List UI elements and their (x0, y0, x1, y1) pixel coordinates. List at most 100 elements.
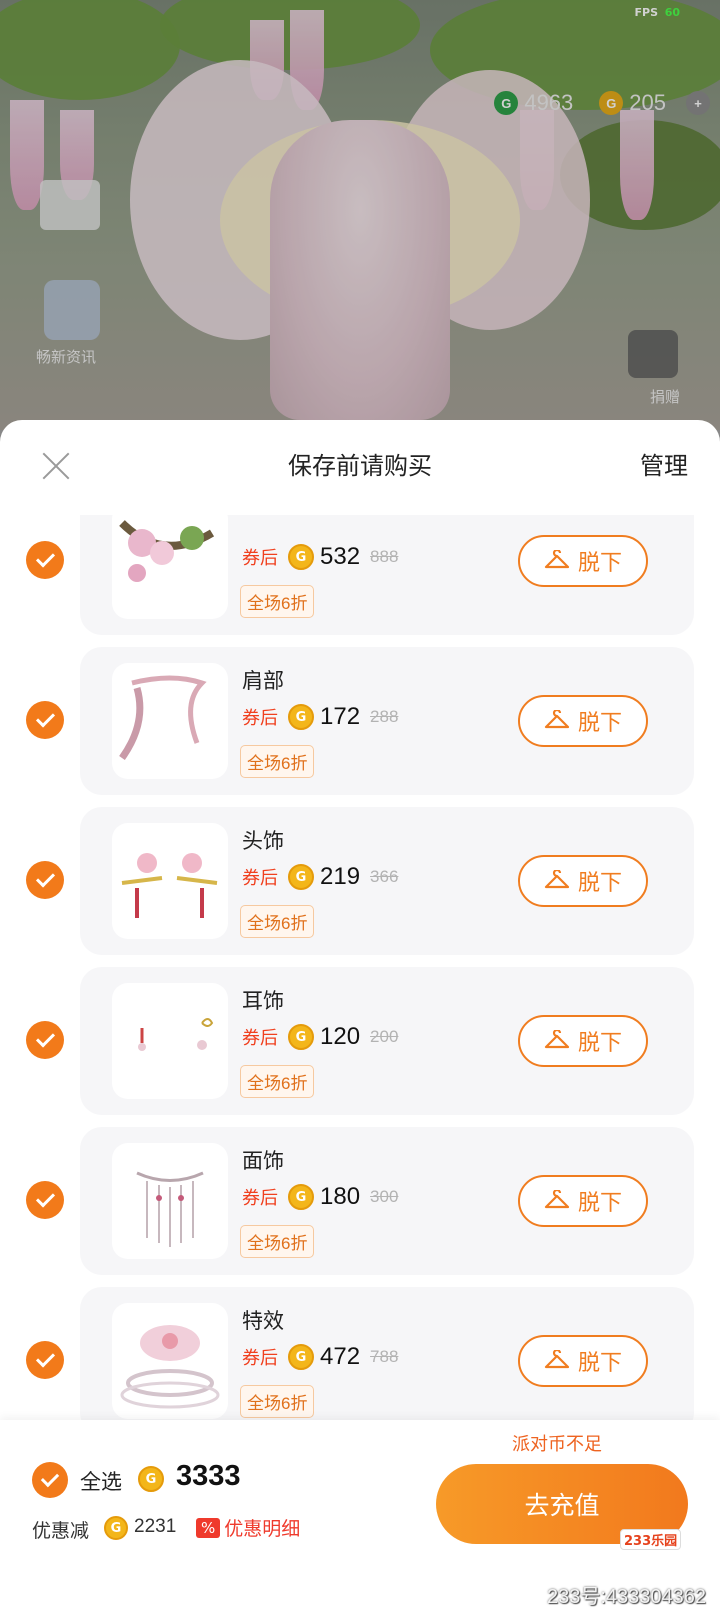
list-item: 头饰 券后 G 219 366 全场6折 脱下 (0, 807, 720, 955)
take-off-label: 脱下 (577, 1030, 622, 1055)
item-card: 券后 G 532 888 全场6折 脱下 (80, 515, 694, 635)
item-original-price: 288 (370, 707, 399, 726)
price-line: 券后 G 172 288 (242, 703, 398, 731)
item-original-price: 888 (370, 547, 399, 566)
checkout-footer: 派对币不足 全选 G 3333 优惠减 G 2231 % 优惠明细 去充值 23… (0, 1420, 720, 1612)
item-card: 头饰 券后 G 219 366 全场6折 脱下 (80, 807, 694, 955)
manage-button[interactable]: 管理 (640, 446, 688, 481)
list-item: 面饰 券后 G 180 300 全场6折 脱下 (0, 1127, 720, 1275)
take-off-label: 脱下 (577, 1190, 622, 1215)
take-off-label: 脱下 (577, 1350, 622, 1375)
after-coupon-label: 券后 (242, 548, 278, 568)
discount-badge: 全场6折 (240, 1385, 315, 1418)
price-line: 券后 G 472 788 (242, 1343, 398, 1371)
discount-badge: 全场6折 (240, 585, 315, 618)
item-checkbox[interactable] (26, 701, 64, 739)
after-coupon-label: 券后 (242, 1348, 278, 1368)
price-line: 券后 G 219 366 (242, 863, 398, 891)
item-thumbnail (112, 1143, 228, 1259)
discount-badge: 全场6折 (240, 905, 315, 938)
item-name: 肩部 (242, 670, 284, 693)
sheet-header: 保存前请购买 管理 (0, 420, 720, 520)
item-thumbnail (112, 663, 228, 779)
insufficient-coins-text: 派对币不足 (512, 1434, 602, 1454)
coin-icon: G (288, 864, 314, 890)
item-card: 耳饰 券后 G 120 200 全场6折 脱下 (80, 967, 694, 1115)
discount-badge: 全场6折 (240, 1225, 315, 1258)
watermark-logo: 233乐园 (620, 1529, 682, 1550)
item-card: 肩部 券后 G 172 288 全场6折 脱下 (80, 647, 694, 795)
take-off-button[interactable]: 脱下 (518, 695, 648, 747)
coin-icon: G (288, 544, 314, 570)
take-off-label: 脱下 (577, 870, 622, 895)
hanger-icon (544, 1350, 570, 1369)
percent-icon: % (196, 1517, 221, 1538)
item-checkbox[interactable] (26, 1341, 64, 1379)
purchase-sheet: 保存前请购买 管理 券后 G 532 888 全场6折 脱下 肩部 券后 G 1… (0, 420, 720, 1612)
item-original-price: 200 (370, 1027, 399, 1046)
price-line: 券后 G 120 200 (242, 1023, 398, 1051)
take-off-button[interactable]: 脱下 (518, 535, 648, 587)
discount-badge: 全场6折 (240, 745, 315, 778)
hanger-icon (544, 710, 570, 729)
coin-icon: G (288, 704, 314, 730)
list-item: 特效 券后 G 472 788 全场6折 脱下 (0, 1287, 720, 1435)
item-card: 面饰 券后 G 180 300 全场6折 脱下 (80, 1127, 694, 1275)
item-thumbnail (112, 983, 228, 1099)
select-all-label[interactable]: 全选 (80, 1466, 122, 1496)
list-item: 肩部 券后 G 172 288 全场6折 脱下 (0, 647, 720, 795)
discount-detail-label: 优惠明细 (224, 1519, 301, 1540)
item-list[interactable]: 券后 G 532 888 全场6折 脱下 肩部 券后 G 172 288 全场6… (0, 515, 720, 1515)
discount-detail-link[interactable]: % 优惠明细 (196, 1514, 300, 1541)
item-checkbox[interactable] (26, 1021, 64, 1059)
hanger-icon (544, 550, 570, 569)
item-name: 耳饰 (242, 990, 284, 1013)
item-thumbnail (112, 515, 228, 619)
game-scene: FPS 60 G 4963 G 205 + 畅新资讯 捐赠 (0, 0, 720, 430)
item-name: 头饰 (242, 830, 284, 853)
take-off-label: 脱下 (577, 550, 622, 575)
coin-icon: G (288, 1184, 314, 1210)
item-checkbox[interactable] (26, 1181, 64, 1219)
discount-amount: 2231 (134, 1516, 177, 1537)
item-thumbnail (112, 823, 228, 939)
item-price: 472 (320, 1343, 361, 1370)
list-item: 券后 G 532 888 全场6折 脱下 (0, 515, 720, 635)
item-original-price: 788 (370, 1347, 399, 1366)
list-item: 耳饰 券后 G 120 200 全场6折 脱下 (0, 967, 720, 1115)
price-line: 券后 G 180 300 (242, 1183, 398, 1211)
coin-icon: G (288, 1344, 314, 1370)
total-price: 3333 (176, 1460, 241, 1492)
after-coupon-label: 券后 (242, 868, 278, 888)
item-checkbox[interactable] (26, 861, 64, 899)
item-price: 532 (320, 543, 361, 570)
select-all-checkbox[interactable] (32, 1462, 68, 1498)
item-thumbnail (112, 1303, 228, 1419)
item-price: 172 (320, 703, 361, 730)
after-coupon-label: 券后 (242, 1028, 278, 1048)
item-card: 特效 券后 G 472 788 全场6折 脱下 (80, 1287, 694, 1435)
watermark-text: 233号:433304362 (546, 1586, 706, 1608)
coin-icon: G (104, 1516, 128, 1540)
item-original-price: 366 (370, 867, 399, 886)
item-name: 面饰 (242, 1150, 284, 1173)
item-price: 120 (320, 1023, 361, 1050)
take-off-button[interactable]: 脱下 (518, 1015, 648, 1067)
item-checkbox[interactable] (26, 541, 64, 579)
take-off-button[interactable]: 脱下 (518, 1335, 648, 1387)
coin-icon: G (138, 1466, 164, 1492)
discount-badge: 全场6折 (240, 1065, 315, 1098)
dim-overlay[interactable] (0, 0, 720, 430)
hanger-icon (544, 870, 570, 889)
price-line: 券后 G 532 888 (242, 543, 398, 571)
item-name: 特效 (242, 1310, 284, 1333)
take-off-label: 脱下 (577, 710, 622, 735)
hanger-icon (544, 1190, 570, 1209)
item-price: 180 (320, 1183, 361, 1210)
discount-label: 优惠减 (32, 1521, 90, 1542)
take-off-button[interactable]: 脱下 (518, 855, 648, 907)
after-coupon-label: 券后 (242, 708, 278, 728)
coin-icon: G (288, 1024, 314, 1050)
take-off-button[interactable]: 脱下 (518, 1175, 648, 1227)
after-coupon-label: 券后 (242, 1188, 278, 1208)
